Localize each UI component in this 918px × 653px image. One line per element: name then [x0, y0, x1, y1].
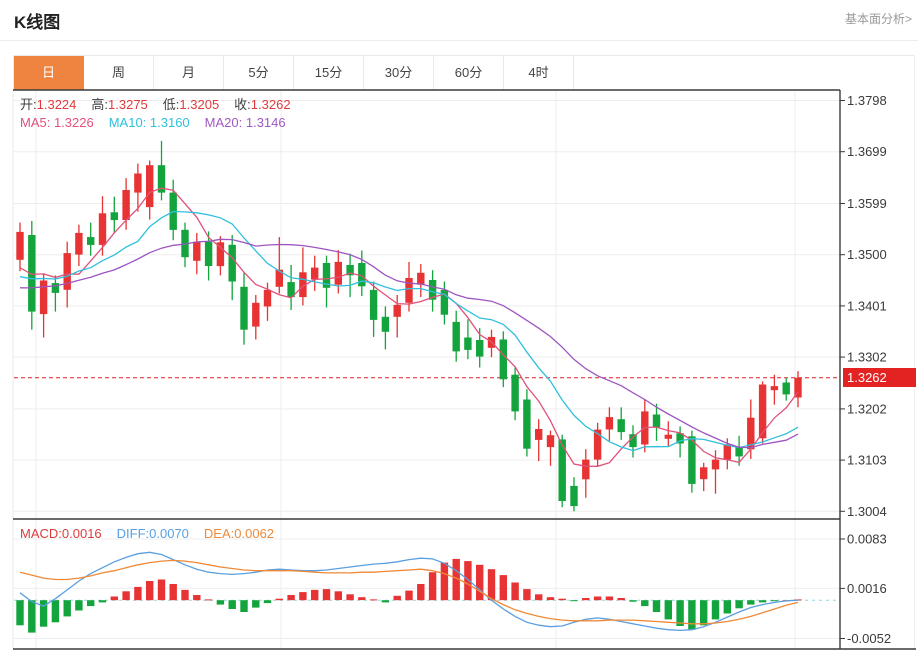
svg-text:1.3699: 1.3699 [847, 144, 887, 159]
svg-text:1.3798: 1.3798 [847, 93, 887, 108]
ohlcLegend-item-0: 开:1.3224 [20, 97, 76, 112]
ohlc-legend: 开:1.3224 高:1.3275 低:1.3205 收:1.3262 [20, 94, 306, 113]
ma5-line [20, 188, 798, 466]
maLegend-item-0: MA5: 1.3226 [20, 115, 94, 130]
svg-text:0.0083: 0.0083 [847, 532, 887, 547]
svg-text:1.3500: 1.3500 [847, 247, 887, 262]
svg-text:1.3302: 1.3302 [847, 350, 887, 365]
svg-text:1.3004: 1.3004 [847, 504, 887, 519]
svg-text:1.3599: 1.3599 [847, 196, 887, 211]
svg-text:1.3401: 1.3401 [847, 298, 887, 313]
maLegend-item-1: MA10: 1.3160 [109, 115, 190, 130]
svg-text:0.0016: 0.0016 [847, 581, 887, 596]
kline-page: K线图 基本面分析> 日周月5分15分30分60分4时 开:1.3224高:1.… [0, 0, 918, 653]
ohlcLegend-item-3: 收:1.3262 [234, 97, 290, 112]
svg-text:-0.0052: -0.0052 [847, 631, 891, 646]
ohlcLegend-item-1: 高:1.3275 [91, 97, 147, 112]
ma-legend: MA5: 1.3226 MA10: 1.3160 MA20: 1.3146 [20, 115, 301, 130]
svg-text:1.3103: 1.3103 [847, 453, 887, 468]
candles [16, 141, 801, 511]
macdLegend-item-2: DEA:0.0062 [204, 526, 274, 541]
svg-text:1.3202: 1.3202 [847, 401, 887, 416]
macdLegend-item-1: DIFF:0.0070 [117, 526, 189, 541]
last-price-badge: 1.3262 [843, 368, 916, 387]
ohlcLegend-item-2: 低:1.3205 [163, 97, 219, 112]
macd-legend: MACD:0.0016 DIFF:0.0070 DEA:0.0062 [20, 526, 289, 541]
macdLegend-item-0: MACD:0.0016 [20, 526, 102, 541]
ma10-line [20, 212, 798, 451]
maLegend-item-2: MA20: 1.3146 [205, 115, 286, 130]
